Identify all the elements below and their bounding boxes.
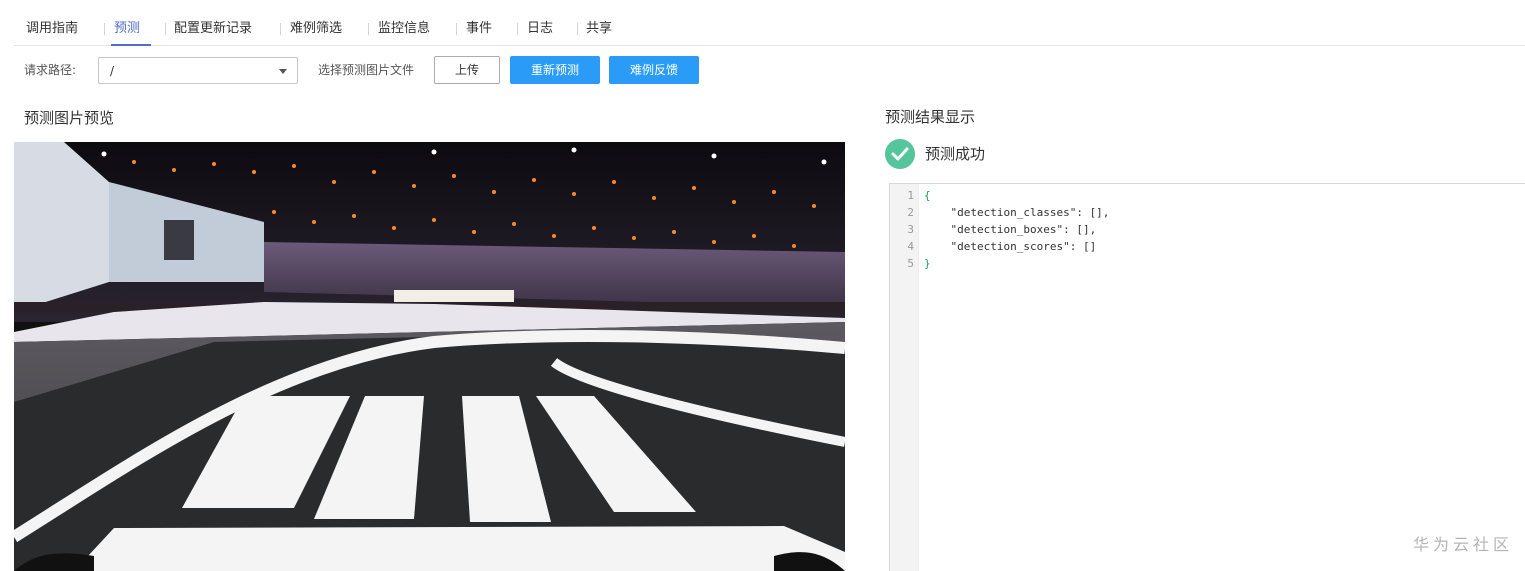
tab-separator bbox=[368, 23, 369, 35]
tab-bar: 调用指南 预测 配置更新记录 难例筛选 监控信息 事件 日志 共享 bbox=[14, 0, 1525, 46]
path-label: 请求路径: bbox=[24, 63, 77, 77]
tab-guide[interactable]: 调用指南 bbox=[26, 20, 78, 46]
result-title: 预测结果显示 bbox=[885, 108, 976, 126]
line-number: 4 bbox=[907, 240, 914, 253]
success-check-icon bbox=[885, 139, 915, 169]
code-line: { bbox=[924, 189, 931, 202]
tab-separator bbox=[104, 23, 105, 35]
tab-separator bbox=[165, 23, 166, 35]
status-text: 预测成功 bbox=[925, 145, 986, 163]
hard-example-feedback-button[interactable]: 难例反馈 bbox=[609, 56, 699, 84]
tab-events[interactable]: 事件 bbox=[466, 20, 492, 46]
repredict-button[interactable]: 重新预测 bbox=[510, 56, 600, 84]
tab-separator bbox=[577, 23, 578, 35]
code-line: "detection_classes": [], bbox=[924, 206, 1110, 219]
line-number: 2 bbox=[907, 206, 914, 219]
tab-separator bbox=[280, 23, 281, 35]
tab-logs[interactable]: 日志 bbox=[527, 20, 553, 46]
code-line: "detection_boxes": [], bbox=[924, 223, 1097, 236]
tab-separator bbox=[456, 23, 457, 35]
line-number-gutter: 1 2 3 4 5 bbox=[890, 184, 919, 571]
code-line: } bbox=[924, 257, 931, 270]
path-select-value: / bbox=[110, 64, 115, 78]
caret-down-icon bbox=[279, 69, 287, 74]
tab-hard-example[interactable]: 难例筛选 bbox=[290, 20, 342, 46]
tab-monitoring[interactable]: 监控信息 bbox=[378, 20, 430, 46]
result-json-editor[interactable]: 1 2 3 4 5 { "detection_classes": [], "de… bbox=[889, 183, 1525, 571]
tab-share[interactable]: 共享 bbox=[586, 20, 612, 46]
line-number: 5 bbox=[907, 257, 914, 270]
tab-separator bbox=[517, 23, 518, 35]
upload-button[interactable]: 上传 bbox=[434, 56, 500, 84]
line-number: 1 bbox=[907, 189, 914, 202]
tab-predict[interactable]: 预测 bbox=[110, 20, 152, 46]
preview-image bbox=[14, 142, 845, 571]
watermark: 华为云社区 bbox=[1412, 535, 1513, 554]
tab-config-history[interactable]: 配置更新记录 bbox=[174, 20, 252, 46]
code-line: "detection_scores": [] bbox=[924, 240, 1097, 253]
path-select[interactable]: / bbox=[98, 57, 298, 84]
track-scene-image bbox=[14, 142, 845, 571]
file-select-label: 选择预测图片文件 bbox=[318, 63, 415, 77]
preview-title: 预测图片预览 bbox=[24, 109, 115, 127]
line-number: 3 bbox=[907, 223, 914, 236]
